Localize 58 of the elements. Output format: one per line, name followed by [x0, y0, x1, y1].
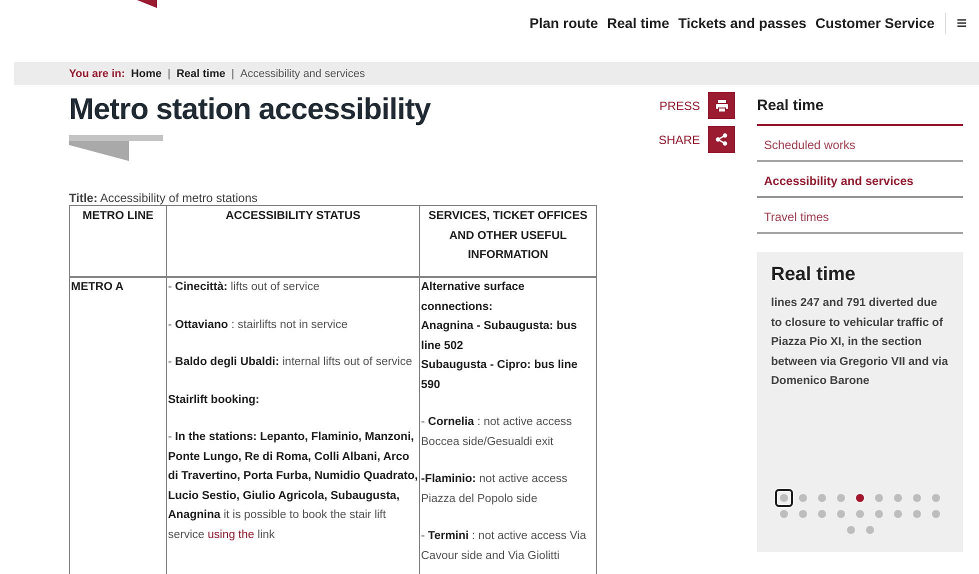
carousel-dot[interactable] — [799, 510, 807, 518]
cell-paragraph: - Ottaviano : stairlifts not in service — [168, 318, 349, 332]
carousel-dot[interactable] — [799, 494, 807, 502]
cell-paragraph: - In the stations: Lepanto, Flaminio, Manzoni, Ponte Lungo, Re di Roma, Colli Albani, Arco di Travertino, Porta Furba, Numidio Quadrato, Lucio Sestio, Giulio Agricola, Subaugusta, Anagnina it is possible to book the stair lift service using the link — [168, 430, 418, 542]
nav-link[interactable]: Customer Service — [815, 15, 934, 31]
page-title: Metro station accessibility — [69, 93, 431, 127]
cell-paragraph: - Cinecittà: lifts out of service — [168, 280, 320, 295]
sidebar-item[interactable]: Travel times — [757, 198, 963, 234]
carousel-dot[interactable] — [875, 494, 883, 502]
carousel-dot[interactable] — [837, 510, 845, 518]
inline-link[interactable]: using the — [208, 528, 254, 540]
cell-paragraph: Stairlift booking: — [168, 392, 260, 408]
carousel-dot[interactable] — [932, 494, 940, 502]
carousel-dot[interactable] — [780, 510, 788, 518]
carousel-dot[interactable] — [780, 494, 788, 502]
column-header: SERVICES, TICKET OFFICES AND OTHER USEFUL INFORMATION — [420, 206, 596, 277]
nav-link[interactable]: Plan route — [530, 15, 598, 31]
breadcrumb-link[interactable]: Accessibility and services — [240, 68, 365, 80]
breadcrumb-label: You are in: — [69, 68, 126, 80]
card-title: Real time — [771, 264, 856, 286]
column-header: METRO LINE — [70, 206, 166, 277]
carousel-dot[interactable] — [866, 526, 874, 534]
breadcrumb-link[interactable]: Real time — [176, 68, 226, 80]
nav-link[interactable]: Real time — [607, 15, 670, 31]
breadcrumb-link[interactable]: Home — [131, 68, 162, 80]
cell-paragraph: -Flaminio: not active access Piazza del Popolo side — [421, 472, 568, 506]
carousel-dot[interactable] — [875, 510, 883, 518]
printer-icon — [708, 92, 735, 119]
carousel-dot[interactable] — [913, 494, 921, 502]
cell-paragraph: - Baldo degli Ubaldi: internal lifts out of service — [168, 355, 414, 370]
share-button[interactable]: SHARE — [658, 126, 735, 153]
carousel-dot[interactable] — [818, 494, 826, 502]
carousel-dot[interactable] — [837, 494, 845, 502]
carousel-dot[interactable] — [856, 510, 864, 518]
column-header: ACCESSIBILITY STATUS — [166, 206, 420, 277]
carousel-dot[interactable] — [818, 510, 826, 518]
breadcrumb-separator: | — [168, 68, 170, 80]
breadcrumb-separator: | — [231, 68, 234, 80]
carousel-dot[interactable] — [913, 510, 921, 518]
table-caption: Title: Accessibility of metro stations — [69, 191, 259, 205]
news-text: lines 247 and 791 diverted due to closure to vehicular traffic of Piazza Pio XI, in the section between via Gregorio VII and via Domenico Barone — [771, 296, 949, 389]
sidebar-item[interactable]: Accessibility and services — [757, 162, 963, 198]
share-icon — [708, 126, 735, 153]
nav-link[interactable]: Tickets and passes — [678, 15, 806, 31]
cell-paragraph: Alternative surface connections: Anagnina - Subaugusta: bus line 502 Subaugusta - Cipro: bus line 590 — [421, 280, 579, 392]
table-cell: METRO A — [70, 277, 166, 574]
title-underline-icon — [69, 135, 163, 163]
carousel-dot[interactable] — [894, 494, 902, 502]
print-button[interactable]: PRESS — [658, 92, 735, 119]
carousel-dot[interactable] — [846, 526, 854, 534]
logo-icon[interactable] — [137, 0, 157, 8]
carousel-dot[interactable] — [932, 510, 940, 518]
cell-paragraph: - Termini : not active access Via Cavour side and Via Giolitti — [421, 529, 588, 564]
carousel-dot[interactable] — [894, 510, 902, 518]
carousel-dot[interactable] — [856, 494, 864, 502]
sidebar-title: Real time — [757, 85, 963, 126]
sidebar-item[interactable]: Scheduled works — [757, 126, 963, 162]
cell-paragraph: - Cornelia : not active access Boccea side/Gesualdi exit — [421, 415, 573, 450]
